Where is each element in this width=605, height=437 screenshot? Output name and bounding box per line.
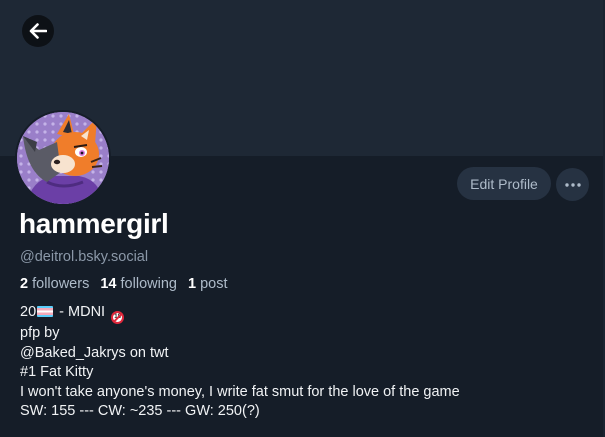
profile-stats: 2 followers 14 following 1 post xyxy=(20,276,228,292)
no-under-18-icon: 18 xyxy=(111,311,125,324)
bio-line: I won't take anyone's money, I write fat… xyxy=(20,383,460,400)
avatar-image xyxy=(17,112,109,204)
bio-mdni: - MDNI xyxy=(55,304,110,320)
profile-bio: 20 - MDNI 18 pfp by @Baked_Jakrys on twt… xyxy=(20,303,590,422)
ellipsis-icon xyxy=(564,182,581,187)
avatar[interactable] xyxy=(15,110,111,206)
posts-count: 1 xyxy=(187,276,197,292)
posts-label: post xyxy=(200,276,228,292)
bio-line: #1 Fat Kitty xyxy=(20,364,94,380)
bio-age: 20 xyxy=(20,304,37,320)
profile-handle: @deitrol.bsky.social xyxy=(20,249,149,265)
following-link[interactable]: 14 following xyxy=(100,276,177,292)
edit-profile-button[interactable]: Edit Profile xyxy=(457,167,551,200)
display-name: hammergirl xyxy=(19,208,169,239)
back-button[interactable] xyxy=(22,15,54,47)
more-options-button[interactable] xyxy=(556,168,589,201)
followers-link[interactable]: 2 followers xyxy=(20,276,89,292)
followers-label: followers xyxy=(32,276,90,292)
following-count: 14 xyxy=(100,276,117,292)
bio-line: SW: 155 --- CW: ~235 --- GW: 250(?) xyxy=(20,403,260,419)
bio-line: @Baked_Jakrys on twt xyxy=(20,344,169,361)
following-label: following xyxy=(120,276,177,292)
bio-line: pfp by xyxy=(20,325,60,341)
profile-page: Edit Profile hammergirl @deitrol.bsky.so… xyxy=(0,0,605,437)
bio-line: 20 - MDNI 18 xyxy=(20,303,590,324)
followers-count: 2 xyxy=(20,276,29,292)
posts-stat: 1 post xyxy=(188,276,228,292)
arrow-left-icon xyxy=(29,23,47,39)
transgender-flag-icon xyxy=(37,306,54,317)
